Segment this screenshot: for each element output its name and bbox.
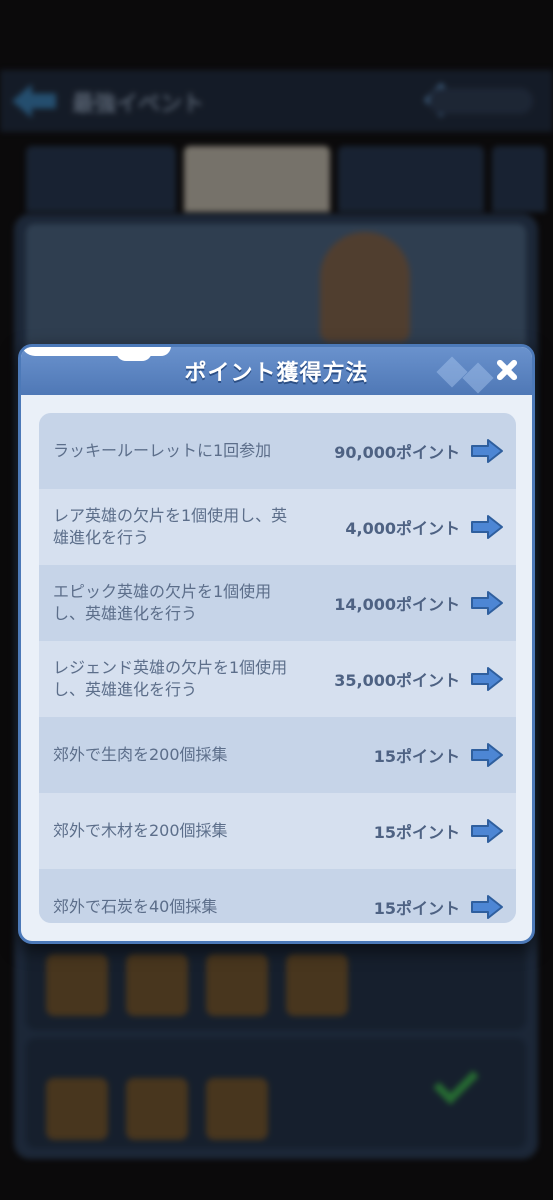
- list-item: 郊外で木材を200個採集 15ポイント: [39, 793, 516, 869]
- tab-hero: [26, 146, 176, 212]
- row-points: 90,000ポイント: [334, 443, 460, 462]
- arrow-right-icon[interactable]: [470, 894, 504, 920]
- reward-item-icon: [46, 954, 108, 1016]
- dialog-title: ポイント獲得方法: [184, 361, 369, 386]
- arrow-right-icon[interactable]: [470, 818, 504, 844]
- list-item: レア英雄の欠片を1個使用し、英雄進化を行う 4,000ポイント: [39, 489, 516, 565]
- arrow-right-icon[interactable]: [470, 438, 504, 464]
- background-reward-row: [26, 940, 526, 1030]
- row-points: 35,000ポイント: [334, 671, 460, 690]
- background-title: 最強イベント: [72, 92, 205, 117]
- hero-portrait: [320, 232, 410, 342]
- row-points: 15ポイント: [373, 747, 460, 766]
- row-label: 郊外で木材を200個採集: [53, 821, 228, 840]
- arrow-right-icon[interactable]: [470, 666, 504, 692]
- list-item: ラッキールーレットに1回参加 90,000ポイント: [39, 413, 516, 489]
- reward-item-icon: [286, 954, 348, 1016]
- reward-item-icon: [126, 954, 188, 1016]
- reward-item-icon: [46, 1078, 108, 1140]
- row-points: 14,000ポイント: [334, 595, 460, 614]
- row-points: 15ポイント: [373, 899, 460, 918]
- background-tabs: [26, 146, 546, 212]
- close-icon[interactable]: [492, 355, 522, 385]
- reward-item-icon: [126, 1078, 188, 1140]
- points-info-dialog: ポイント獲得方法 ラッキールーレットに1回参加 90,000ポイント レア英雄の…: [18, 344, 535, 944]
- points-list[interactable]: ラッキールーレットに1回参加 90,000ポイント レア英雄の欠片を1個使用し、…: [39, 413, 516, 923]
- tab-more: [492, 146, 546, 212]
- row-points: 15ポイント: [373, 823, 460, 842]
- list-item: レジェンド英雄の欠片を1個使用し、英雄進化を行う 35,000ポイント: [39, 641, 516, 717]
- background-header: 最強イベント: [0, 70, 553, 132]
- reward-item-icon: [206, 954, 268, 1016]
- arrow-right-icon[interactable]: [470, 514, 504, 540]
- tab-trophy: [184, 146, 330, 212]
- arrow-right-icon[interactable]: [470, 590, 504, 616]
- list-item: 郊外で石炭を40個採集 15ポイント: [39, 869, 516, 923]
- row-label: 郊外で生肉を200個採集: [53, 745, 228, 764]
- row-label: レア英雄の欠片を1個使用し、英雄進化を行う: [53, 506, 288, 547]
- row-label: レジェンド英雄の欠片を1個使用し、英雄進化を行う: [53, 658, 288, 699]
- row-label: エピック英雄の欠片を1個使用し、英雄進化を行う: [53, 582, 272, 623]
- dialog-header: ポイント獲得方法: [21, 347, 532, 395]
- row-label: 郊外で石炭を40個採集: [53, 897, 218, 916]
- currency-counter: [429, 88, 533, 114]
- reward-item-icon: [206, 1078, 268, 1140]
- tab-globe: [338, 146, 484, 212]
- list-item: 郊外で生肉を200個採集 15ポイント: [39, 717, 516, 793]
- list-item: エピック英雄の欠片を1個使用し、英雄進化を行う 14,000ポイント: [39, 565, 516, 641]
- row-label: ラッキールーレットに1回参加: [53, 441, 272, 460]
- row-points: 4,000ポイント: [345, 519, 460, 538]
- back-arrow-icon: [12, 84, 56, 118]
- background-banner: [26, 224, 526, 354]
- arrow-right-icon[interactable]: [470, 742, 504, 768]
